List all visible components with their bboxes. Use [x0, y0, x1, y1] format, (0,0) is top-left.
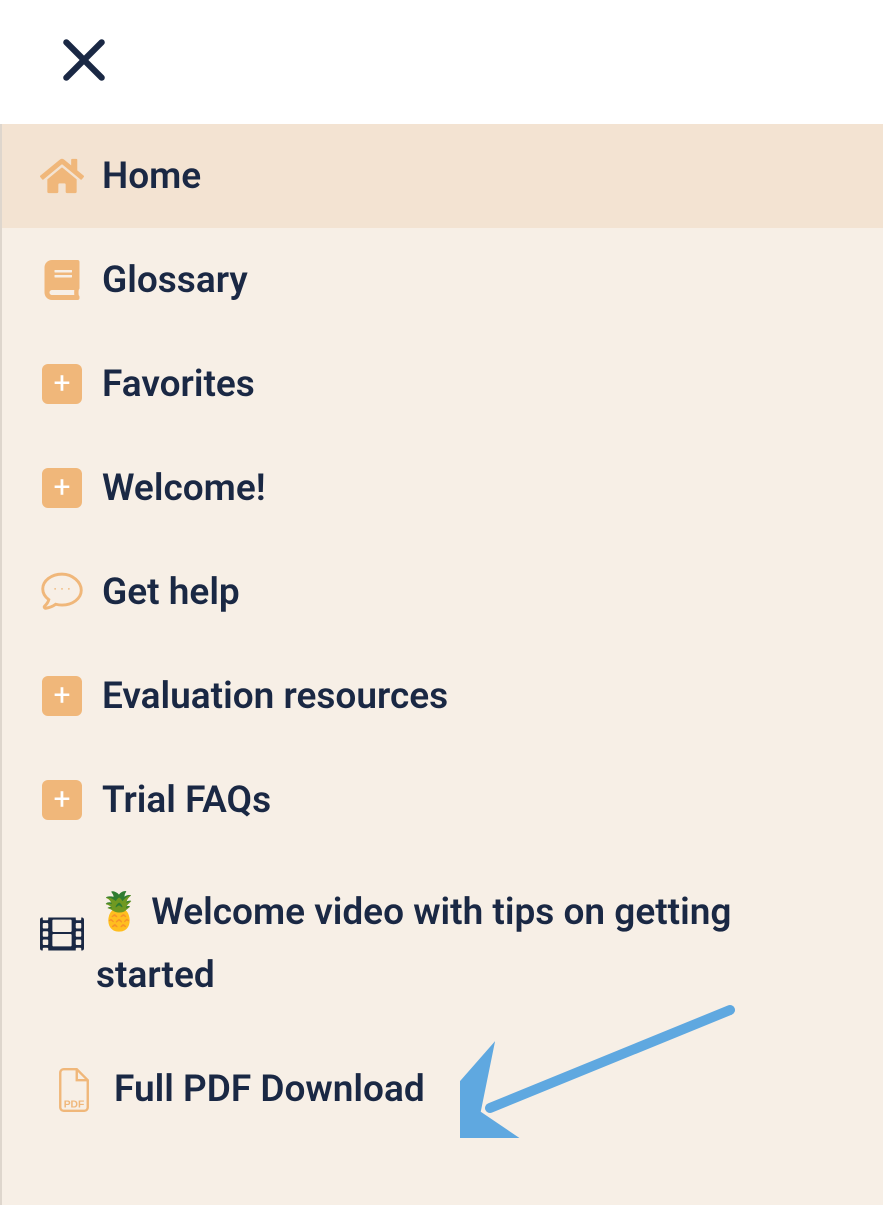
nav-item-glossary[interactable]: Glossary — [2, 228, 883, 332]
plus-box-icon: + — [40, 674, 84, 718]
nav-item-trial-faqs[interactable]: + Trial FAQs — [2, 748, 883, 852]
nav-label: Evaluation resources — [102, 675, 448, 718]
nav-item-home[interactable]: Home — [2, 124, 883, 228]
nav-label: Welcome! — [102, 467, 266, 510]
nav-item-favorites[interactable]: + Favorites — [2, 332, 883, 436]
plus-box-icon: + — [40, 362, 84, 406]
book-icon — [40, 258, 84, 302]
nav-label: Get help — [102, 571, 240, 614]
svg-text:PDF: PDF — [64, 1099, 85, 1110]
nav-label: Favorites — [102, 363, 255, 406]
nav-item-full-pdf-download[interactable]: PDF Full PDF Download — [2, 1038, 883, 1142]
close-button[interactable] — [58, 34, 110, 90]
file-pdf-icon: PDF — [52, 1068, 96, 1112]
nav-item-welcome[interactable]: + Welcome! — [2, 436, 883, 540]
nav-item-get-help[interactable]: Get help — [2, 540, 883, 644]
nav-item-welcome-video[interactable]: 🍍 Welcome video with tips on getting sta… — [2, 852, 883, 1038]
sidebar-nav: Home Glossary + Favorites + Welcome! — [0, 124, 883, 1205]
film-icon — [40, 912, 84, 977]
nav-label: 🍍 Welcome video with tips on getting sta… — [96, 882, 857, 1008]
plus-box-icon: + — [40, 466, 84, 510]
nav-label: Home — [102, 155, 201, 198]
nav-item-evaluation-resources[interactable]: + Evaluation resources — [2, 644, 883, 748]
plus-box-icon: + — [40, 778, 84, 822]
close-icon — [58, 71, 110, 90]
nav-label: Trial FAQs — [102, 779, 271, 822]
header — [0, 0, 883, 124]
nav-label: Glossary — [102, 259, 248, 302]
nav-label: Full PDF Download — [114, 1068, 425, 1111]
comment-icon — [40, 570, 84, 614]
house-icon — [40, 154, 84, 198]
